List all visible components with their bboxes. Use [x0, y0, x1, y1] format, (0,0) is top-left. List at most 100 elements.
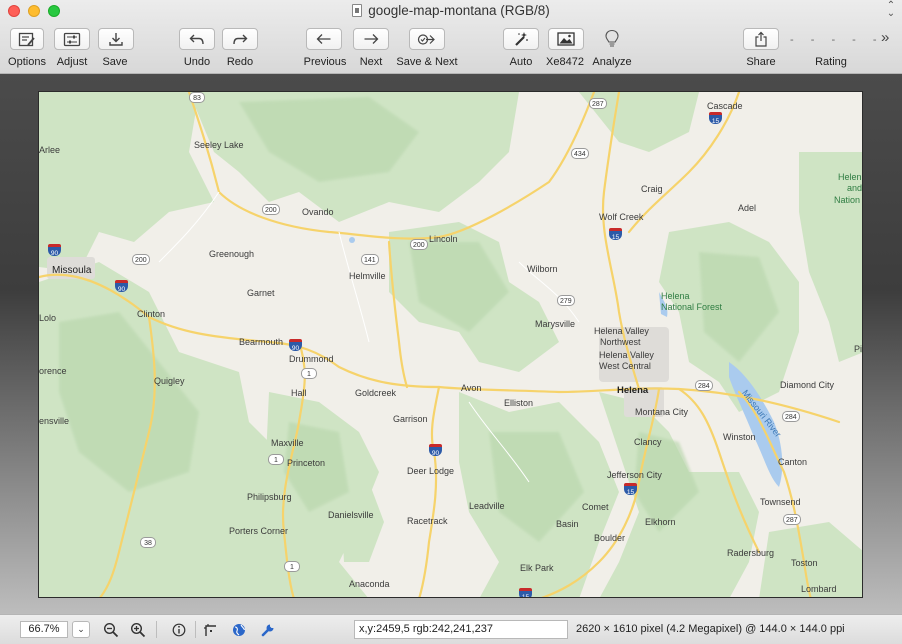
route-141-shield: 141	[361, 254, 379, 265]
analyze-button[interactable]	[594, 28, 630, 50]
place-missoula: Missoula	[52, 265, 92, 276]
adjust-label: Adjust	[56, 56, 88, 68]
place-maxville: Maxville	[271, 438, 304, 448]
place-lombard: Lombard	[801, 584, 837, 594]
rating-stars[interactable]: - - - - -	[790, 34, 884, 46]
toolbar-overflow-button[interactable]: »	[881, 29, 889, 46]
route-38-shield: 38	[140, 537, 156, 548]
place-elkhorn: Elkhorn	[645, 517, 676, 527]
previous-button[interactable]	[306, 28, 342, 50]
place-marysville: Marysville	[535, 319, 576, 329]
map-image[interactable]: Seeley Lake Arlee Missoula Greenough Ova…	[38, 91, 863, 598]
options-icon	[18, 32, 35, 46]
image-info: 2620 × 1610 pixel (4.2 Megapixel) @ 144.…	[576, 623, 845, 635]
place-cascade: Cascade	[707, 101, 743, 111]
place-anaconda: Anaconda	[349, 579, 390, 589]
tools-button[interactable]	[257, 620, 279, 639]
place-wolf-creek: Wolf Creek	[599, 212, 644, 222]
crop-icon	[204, 623, 216, 636]
route-1-shield: 1	[301, 368, 317, 379]
lightbulb-icon	[605, 29, 619, 47]
place-racetrack: Racetrack	[407, 516, 448, 526]
place-danielsville: Danielsville	[328, 510, 374, 520]
route-287-shield: 287	[589, 98, 607, 109]
route-200-shield: 200	[132, 254, 150, 265]
route-1-shield: 1	[268, 454, 284, 465]
interstate-90-shield: 90	[115, 280, 128, 293]
route-200-shield: 200	[410, 239, 428, 250]
place-comet: Comet	[582, 502, 609, 512]
zoom-in-button[interactable]	[127, 620, 149, 639]
next-label: Next	[359, 56, 383, 68]
interstate-15-shield: 15	[709, 112, 722, 125]
park-helena-right-2: and	[847, 183, 863, 193]
info-button[interactable]	[168, 620, 190, 639]
redo-button[interactable]	[222, 28, 258, 50]
place-drummond: Drummond	[289, 354, 334, 364]
redo-label: Redo	[226, 56, 254, 68]
toolbar: google-map-montana (RGB/8) ⌃ ⌄ Options Ad…	[0, 0, 902, 74]
place-greenough: Greenough	[209, 249, 255, 259]
place-arlee: Arlee	[39, 145, 61, 155]
place-lincoln: Lincoln	[429, 234, 458, 244]
place-leadville: Leadville	[469, 501, 505, 511]
arrow-left-icon	[316, 34, 331, 44]
route-287-shield: 287	[783, 514, 801, 525]
next-button[interactable]	[353, 28, 389, 50]
place-porters-corner: Porters Corner	[229, 526, 289, 536]
zoom-level-field[interactable]: 66.7%	[20, 621, 68, 638]
adjust-button[interactable]	[54, 28, 90, 50]
analyze-label: Analyze	[592, 56, 632, 68]
info-icon	[172, 623, 186, 636]
image-canvas[interactable]: Seeley Lake Arlee Missoula Greenough Ova…	[0, 74, 902, 614]
zoom-out-button[interactable]	[100, 620, 122, 639]
place-lolo: Lolo	[39, 313, 57, 323]
save-next-button[interactable]	[409, 28, 445, 50]
place-radersburg: Radersburg	[727, 548, 775, 558]
crop-button[interactable]	[199, 620, 221, 639]
options-button[interactable]	[10, 28, 44, 50]
share-icon	[755, 31, 767, 47]
undo-label: Undo	[183, 56, 211, 68]
place-diamond-city: Diamond City	[780, 380, 835, 390]
interstate-15-shield: 15	[624, 483, 637, 496]
place-basin: Basin	[556, 519, 579, 529]
document-icon	[352, 4, 363, 17]
place-hall: Hall	[291, 388, 307, 398]
place-jefferson-city: Jefferson City	[607, 470, 662, 480]
place-bearmouth: Bearmouth	[239, 337, 284, 347]
share-button[interactable]	[743, 28, 779, 50]
zoom-dropdown-button[interactable]: ⌄	[72, 621, 90, 638]
save-next-label: Save & Next	[396, 56, 458, 68]
zoom-in-icon	[130, 622, 146, 637]
globe-icon	[233, 623, 246, 636]
place-philipsburg: Philipsburg	[247, 492, 292, 502]
place-pi: Pi	[854, 344, 863, 354]
place-garnet: Garnet	[247, 288, 275, 298]
route-434-shield: 434	[571, 148, 589, 159]
sliders-icon	[63, 32, 81, 46]
save-button[interactable]	[98, 28, 134, 50]
park-helena-right-3: Nation	[834, 195, 861, 205]
place-helena: Helena	[617, 385, 649, 396]
auto-button[interactable]	[503, 28, 539, 50]
place-toston: Toston	[791, 558, 818, 568]
undo-button[interactable]	[179, 28, 215, 50]
park-helena-right-1: Helen	[838, 172, 862, 182]
place-elk-park: Elk Park	[520, 563, 554, 573]
place-clinton: Clinton	[137, 309, 166, 319]
auto-label: Auto	[509, 56, 533, 68]
place-wilborn: Wilborn	[527, 264, 558, 274]
park-helena-national-forest-2: National Forest	[661, 302, 723, 312]
xe8472-button[interactable]	[548, 28, 584, 50]
park-helena-national-forest-1: Helena	[661, 291, 690, 301]
place-deer-lodge: Deer Lodge	[407, 466, 455, 476]
interstate-90-shield: 90	[48, 244, 61, 257]
magic-wand-icon	[515, 32, 528, 46]
share-label: Share	[746, 56, 776, 68]
arrow-right-icon	[364, 34, 379, 44]
previous-label: Previous	[303, 56, 347, 68]
title-stepper-icon[interactable]: ⌃ ⌄	[886, 1, 896, 19]
color-profile-button[interactable]	[228, 620, 250, 639]
place-goldcreek: Goldcreek	[355, 388, 397, 398]
